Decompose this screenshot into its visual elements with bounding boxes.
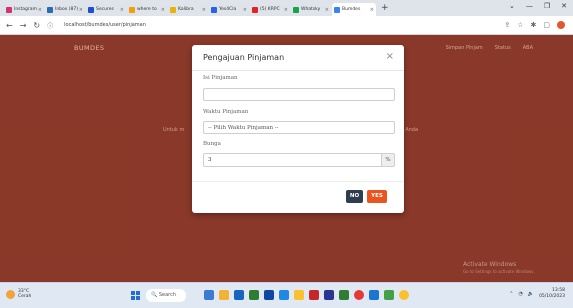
network-icon[interactable]: ◔ <box>518 291 522 297</box>
taskbar-app-icon[interactable] <box>264 290 274 300</box>
forward-icon[interactable]: → <box>20 21 27 30</box>
sun-icon <box>6 289 15 299</box>
youtube-icon <box>252 6 258 13</box>
loan-application-modal: Pengajuan Pinjaman × Isi Pinjaman Waktu … <box>192 45 404 213</box>
percent-addon: % <box>381 153 395 167</box>
browser-tab[interactable]: Instagram × <box>4 3 44 16</box>
loan-term-label: Waktu Pinjaman <box>203 109 249 115</box>
close-window-icon[interactable]: ✕ <box>561 2 567 10</box>
site-info-icon[interactable]: ⓘ <box>47 21 53 30</box>
close-icon[interactable]: × <box>386 51 394 62</box>
instagram-icon <box>6 6 12 13</box>
close-tab-icon[interactable]: × <box>370 7 374 13</box>
whatsapp-icon <box>293 6 299 13</box>
loan-amount-input[interactable] <box>203 88 395 101</box>
share-icon[interactable]: ⇪ <box>504 21 510 29</box>
modal-header: Pengajuan Pinjaman × <box>192 45 404 71</box>
interest-label: Bunga <box>203 141 221 147</box>
taskbar-app-icon[interactable] <box>369 290 379 300</box>
taskbar-app-icon[interactable] <box>234 290 244 300</box>
modal-title: Pengajuan Pinjaman <box>203 53 285 62</box>
site-icon <box>129 6 135 13</box>
yes-button[interactable]: YES <box>367 190 387 203</box>
reload-icon[interactable]: ↻ <box>33 21 40 30</box>
loan-amount-label: Isi Pinjaman <box>203 75 238 81</box>
extensions-icon[interactable]: ✱ <box>531 21 537 29</box>
chrome-icon[interactable] <box>399 290 409 300</box>
taskbar-app-icon[interactable] <box>279 290 289 300</box>
taskbar-app-icon[interactable] <box>339 290 349 300</box>
taskbar-app-icon[interactable] <box>309 290 319 300</box>
sidebar-icon[interactable]: ▢ <box>543 21 550 29</box>
browser-tab[interactable]: Kalibra × <box>168 3 208 16</box>
gmail-icon <box>47 6 53 13</box>
taskbar-app-icon[interactable] <box>384 290 394 300</box>
taskbar-app-icon[interactable] <box>294 290 304 300</box>
close-tab-icon[interactable]: × <box>79 7 83 13</box>
clock[interactable]: 13:58 05/10/2023 <box>539 288 565 299</box>
back-icon[interactable]: ← <box>6 21 13 30</box>
widgets-icon[interactable] <box>204 290 214 300</box>
close-tab-icon[interactable]: × <box>202 7 206 13</box>
taskbar-search[interactable]: 🔍 Search <box>146 289 186 302</box>
interest-input[interactable]: 3 <box>203 153 381 167</box>
windows-start-icon[interactable] <box>131 291 140 300</box>
system-tray: ⌃ ◔ 🔈 13:58 05/10/2023 <box>509 288 565 299</box>
site-icon <box>334 6 340 13</box>
modal-footer-divider <box>192 181 404 182</box>
browser-tab[interactable]: (5) KRPC × <box>250 3 290 16</box>
bookmark-star-icon[interactable]: ☆ <box>517 21 523 29</box>
window-controls: ⌄ — ❐ ✕ <box>509 2 567 10</box>
browser-tab[interactable]: Whatsky × <box>291 3 331 16</box>
close-tab-icon[interactable]: × <box>120 7 124 13</box>
url-field[interactable]: localhost/bumdes/user/pinjaman <box>64 22 146 28</box>
tab-search-icon[interactable]: ⌄ <box>509 2 515 10</box>
minimize-icon[interactable]: — <box>526 2 533 10</box>
maximize-icon[interactable]: ❐ <box>544 2 550 10</box>
browser-toolbar: ⇪ ☆ ✱ ▢ <box>504 21 565 29</box>
new-tab-button[interactable]: + <box>377 3 393 13</box>
no-button[interactable]: NO <box>346 190 363 203</box>
profile-avatar[interactable] <box>557 21 565 29</box>
chevron-up-icon[interactable]: ⌃ <box>509 291 513 297</box>
chrome-icon[interactable] <box>354 290 364 300</box>
address-bar-row: ← → ↻ ⓘ localhost/bumdes/user/pinjaman ⇪… <box>0 16 573 35</box>
site-icon <box>211 6 217 13</box>
close-tab-icon[interactable]: × <box>325 7 329 13</box>
weather-desc: Cerah <box>18 294 32 299</box>
site-icon <box>170 6 176 13</box>
weather-widget[interactable]: 33°C Cerah <box>6 289 31 299</box>
speaker-icon[interactable]: 🔈 <box>528 291 534 297</box>
taskbar-apps <box>204 290 409 300</box>
file-explorer-icon[interactable] <box>219 290 229 300</box>
interest-input-group: 3 % <box>203 153 395 167</box>
browser-tab[interactable]: Secures × <box>86 3 126 16</box>
loan-term-select[interactable]: -- Pilih Waktu Pinjaman -- <box>203 121 395 134</box>
windows-taskbar: 33°C Cerah 🔍 Search ⌃ ◔ 🔈 13:58 05/10/20… <box>0 282 573 308</box>
taskbar-app-icon[interactable] <box>249 290 259 300</box>
browser-tab[interactable]: Yes4Cla × <box>209 3 249 16</box>
browser-tab-strip: Instagram × Inbox (87) × Secures × where to… <box>0 0 573 16</box>
browser-tab-active[interactable]: Bumdes × <box>332 3 376 16</box>
browser-tab[interactable]: Inbox (87) × <box>45 3 85 16</box>
taskbar-app-icon[interactable] <box>324 290 334 300</box>
close-tab-icon[interactable]: × <box>38 7 42 13</box>
close-tab-icon[interactable]: × <box>243 7 247 13</box>
browser-tab[interactable]: where to × <box>127 3 167 16</box>
close-tab-icon[interactable]: × <box>284 7 288 13</box>
site-icon <box>88 6 94 13</box>
close-tab-icon[interactable]: × <box>161 7 165 13</box>
